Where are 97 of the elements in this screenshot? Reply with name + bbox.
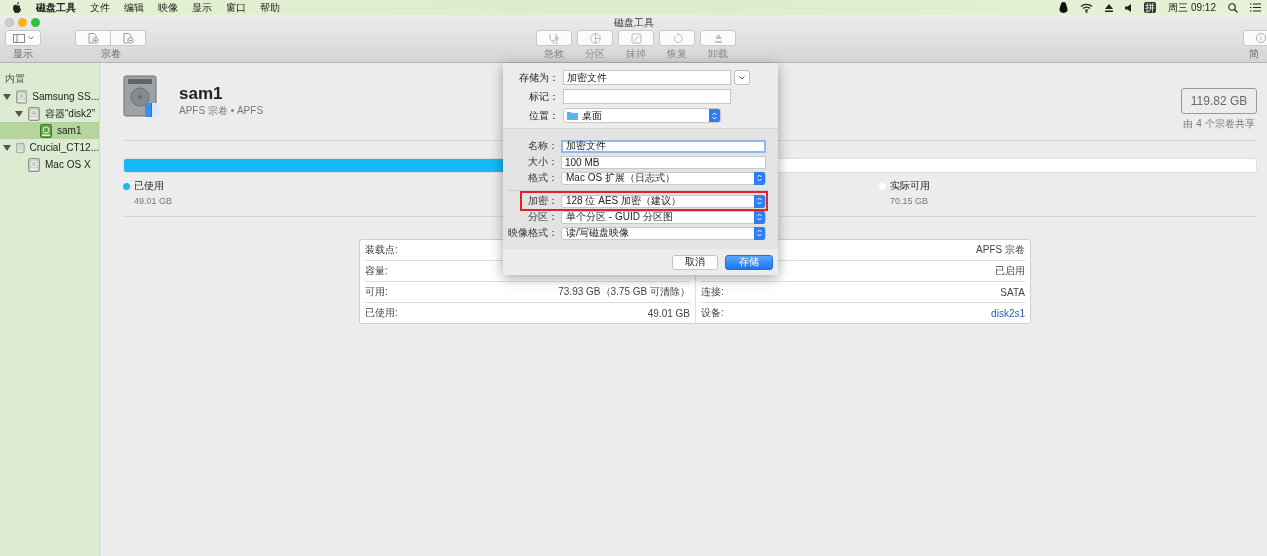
location-popup[interactable]: 桌面 [563,108,721,123]
info-icon [1256,33,1266,43]
volume-subtitle: APFS 宗卷 • APFS [179,104,264,118]
apple-logo-icon[interactable] [12,2,22,13]
sidebar-item[interactable]: sam1 [0,122,99,139]
add-volume-button[interactable] [75,30,111,46]
menu-item[interactable]: 映像 [158,0,178,15]
input-field[interactable]: 加密文件 [561,139,766,153]
list-icon[interactable] [1250,3,1261,12]
disclosure-icon[interactable] [3,92,11,101]
remove-volume-icon [122,32,134,44]
sidebar-heading: 内置 [4,72,25,86]
menu-item[interactable]: 窗口 [226,0,246,15]
stethoscope-icon [548,32,560,44]
field-label: 分区： [527,210,559,224]
info-label: 容量: [365,264,388,278]
sidebar-item[interactable]: 容器“disk2” [0,105,99,122]
info-label: 连接: [701,285,724,299]
field-label: 存储为： [518,70,560,85]
input-field[interactable] [563,89,731,104]
menu-clock[interactable]: 周三 09:12 [1168,0,1216,15]
sidebar-item[interactable]: Mac OS X [0,156,99,173]
field-label: 位置： [528,108,560,123]
info-value: 73.93 GB（3.75 GB 可清除） [558,285,690,299]
toolbar-label: 简 [1249,48,1259,59]
menu-item[interactable]: 显示 [192,0,212,15]
toolbar-label: 急救 [544,48,564,59]
minimize-button[interactable] [18,18,27,27]
menu-item[interactable]: 磁盘工具 [36,0,76,15]
info-label: 可用: [365,285,388,299]
sidebar-icon [12,33,25,43]
sidebar-toggle-button[interactable] [5,30,41,46]
popup-button[interactable]: 128 位 AES 加密（建议） [561,194,766,208]
volume-name: sam1 [179,84,224,104]
toolbar-label: 分区 [585,48,605,59]
sidebar-item[interactable]: Samsung SS... [0,88,99,105]
penguin-icon[interactable] [1059,2,1069,13]
chevron-icon [739,75,745,80]
menu-item[interactable]: 文件 [90,0,110,15]
field-label: 大小： [527,155,559,169]
input-field[interactable]: 加密文件 [563,70,731,85]
erase-icon [630,32,642,44]
field-label: 名称： [527,139,559,153]
toolbar-label: 宗卷 [100,48,121,59]
toolbar-label: 卸载 [708,48,728,59]
legend-label: 实际可用 [890,179,930,193]
info-label: 装载点: [365,243,398,257]
info-label: 已使用: [365,306,398,320]
info-value: 已启用 [995,264,1025,278]
eject-icon[interactable] [1105,3,1114,12]
capacity-note: 由 4 个宗卷共享 [1183,117,1255,131]
field-label: 格式： [527,171,559,185]
stepper-icon [709,109,720,122]
close-button[interactable] [5,18,14,27]
expand-button[interactable] [734,70,750,85]
field-label: 标记： [528,89,560,104]
field-label: 加密： [527,194,559,208]
wifi-icon[interactable] [1080,2,1094,13]
stepper-icon [754,226,765,240]
window-title: 磁盘工具 [613,15,654,30]
capacity-badge: 119.82 GB [1181,88,1257,114]
cancel-button[interactable]: 取消 [672,254,718,270]
info-value: disk2s1 [991,307,1025,319]
pie-chart-icon [589,32,601,44]
toolbar-label: 显示 [13,48,33,59]
stepper-icon [754,194,765,208]
popup-button[interactable]: 读/写磁盘映像 [561,226,766,240]
info-label: 设备: [701,306,724,320]
disclosure-icon[interactable] [15,109,23,118]
remove-volume-button[interactable] [111,30,146,46]
sidebar-item[interactable]: Crucial_CT12... [0,139,99,156]
stepper-icon [754,210,765,224]
input-method-icon[interactable]: 拼 [1144,2,1157,13]
add-volume-icon [87,32,99,44]
search-icon[interactable] [1228,2,1238,13]
menu-item[interactable]: 帮助 [260,0,280,15]
input-field[interactable]: 100 MB [561,155,766,169]
toolbar-label: 恢复 [667,48,687,59]
popup-button[interactable]: Mac OS 扩展（日志式） [561,171,766,185]
eject-icon [713,32,723,44]
menu-item[interactable]: 编辑 [124,0,144,15]
toolbar-label: 抹掉 [626,48,646,59]
volume-icon[interactable] [1125,3,1133,12]
folder-icon [567,111,578,120]
hard-drive-icon [123,75,161,119]
info-value: APFS 宗卷 [976,243,1025,257]
stepper-icon [754,171,765,185]
legend-value: 70.15 GB [890,196,929,206]
info-value: 49.01 GB [647,307,690,319]
chevron-icon [27,36,34,40]
zoom-button[interactable] [31,18,40,27]
disclosure-icon[interactable] [3,143,11,152]
info-value: SATA [1000,286,1025,298]
legend-label: 已使用 [134,179,164,193]
field-label: 映像格式： [507,226,559,240]
restore-icon [671,32,683,44]
legend-value: 49.01 GB [134,196,173,206]
